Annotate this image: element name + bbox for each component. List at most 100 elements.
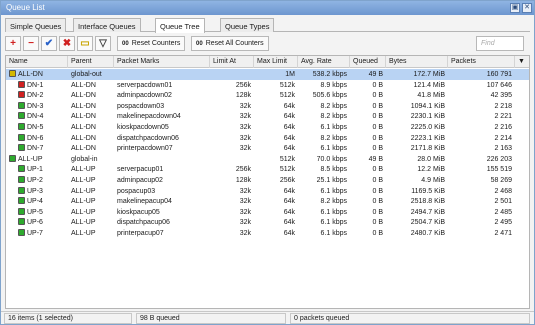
cell-packets: 2 163 (494, 145, 512, 153)
cell-marks: pospacup03 (117, 187, 156, 195)
queue-icon (18, 80, 25, 88)
tab-bar: Simple Queues Interface Queues Queue Tre… (5, 18, 530, 33)
cell-queued: 0 B (372, 92, 383, 100)
cell-queued: 0 B (372, 177, 383, 184)
col-bytes[interactable]: Bytes (386, 56, 448, 68)
queue-name: UP-4 (27, 198, 43, 206)
cell-name: DN-3 (6, 101, 68, 112)
cell-queued: 0 B (372, 198, 383, 206)
col-limit-at[interactable]: Limit At (210, 56, 254, 68)
cell-name: DN-5 (6, 122, 68, 133)
cell-packets: 2 495 (494, 219, 512, 227)
table-row[interactable]: UP-6 ALL-UP dispatchpacup06 32k 64k 6.1 kbps 0… (6, 217, 529, 228)
cell-limit-at: 32k (239, 113, 251, 121)
col-queued[interactable]: Queued (350, 56, 386, 68)
col-name[interactable]: Name (6, 56, 68, 68)
table-row[interactable]: DN-1 ALL-DN serverpacdown01 256k 512k 8.9 kbp… (6, 80, 529, 91)
comment-icon[interactable]: ▭ (77, 36, 93, 51)
cell-bytes: 2494.7 KiB (410, 208, 445, 216)
cell-avg-rate: 25.1 kbps (316, 177, 347, 184)
col-parent[interactable]: Parent (68, 56, 114, 68)
cell-limit-at: 32k (239, 124, 251, 131)
table-row[interactable]: DN-2 ALL-DN adminpacdown02 128k 512k 505.6 kb… (6, 90, 529, 101)
cell-bytes: 12.2 MiB (417, 166, 445, 174)
cell-marks: kioskpacup05 (117, 208, 160, 216)
cell-max-limit: 512k (279, 81, 295, 89)
tab-interface-queues[interactable]: Interface Queues (73, 18, 141, 32)
table-row[interactable]: DN-4 ALL-DN makelinepacdown04 32k 64k 8.2 kbp… (6, 111, 529, 122)
cell-packets: 2 221 (494, 113, 512, 121)
cell-name: DN-2 (6, 90, 68, 101)
cell-limit-at: 128k (235, 92, 251, 100)
col-avg-rate[interactable]: Avg. Rate (298, 56, 350, 68)
cell-limit-at: 32k (239, 198, 251, 206)
cell-parent: ALL-UP (71, 208, 96, 216)
cell-parent: ALL-DN (71, 81, 96, 89)
cell-queued: 0 B (372, 102, 383, 110)
cell-packets: 58 269 (490, 177, 512, 184)
table-row[interactable]: DN-3 ALL-DN pospacdown03 32k 64k 8.2 kbps 0 B 1… (6, 101, 529, 112)
reset-counters-button[interactable]: 00 Reset Counters (117, 36, 186, 51)
cell-parent: ALL-UP (71, 230, 96, 237)
queue-name: UP-7 (27, 230, 43, 237)
cell-packets: 2 468 (494, 187, 512, 195)
cell-bytes: 28.0 MiB (417, 155, 445, 163)
cell-max-limit: 64k (283, 230, 295, 237)
cell-bytes: 2480.7 KiB (410, 230, 445, 237)
cell-queued: 0 B (372, 166, 383, 174)
table-row[interactable]: ALL-UP global-in 512k 70.0 kbps 49 B 28.0 MiB… (6, 154, 529, 165)
cell-marks: dispatchpacdown06 (117, 134, 179, 142)
cell-limit-at: 128k (235, 177, 251, 184)
cell-packets: 155 519 (486, 166, 512, 174)
queue-name: UP-2 (27, 177, 43, 184)
cell-max-limit: 64k (283, 134, 295, 142)
table-row[interactable]: UP-1 ALL-UP serverpacup01 256k 512k 8.5 kbps 0… (6, 164, 529, 175)
reset-all-counters-button[interactable]: 00 Reset All Counters (191, 36, 269, 51)
table-row[interactable]: UP-3 ALL-UP pospacup03 32k 64k 6.1 kbps 0 B 116… (6, 186, 529, 197)
tab-simple-queues[interactable]: Simple Queues (5, 18, 67, 32)
col-packet-marks[interactable]: Packet Marks (114, 56, 210, 68)
reset-counters-label: Reset Counters (131, 40, 181, 47)
restore-icon[interactable]: ▣ (510, 3, 520, 13)
tab-queue-tree[interactable]: Queue Tree (155, 18, 205, 33)
table-row[interactable]: DN-5 ALL-DN kioskpacdown05 32k 64k 6.1 kbps 0 … (6, 122, 529, 133)
table-row[interactable]: UP-7 ALL-UP printerpacup07 32k 64k 6.1 kbps 0 … (6, 228, 529, 239)
cell-limit-at: 32k (239, 208, 251, 216)
table-row[interactable]: DN-6 ALL-DN dispatchpacdown06 32k 64k 8.2 kbp… (6, 133, 529, 144)
remove-icon[interactable]: − (23, 36, 39, 51)
cell-name: DN-6 (6, 133, 68, 144)
tab-queue-types[interactable]: Queue Types (220, 18, 275, 32)
table-row[interactable]: ALL-DN global-out 1M 538.2 kbps 49 B 172.7 Mi… (6, 69, 529, 80)
cell-name: UP-7 (6, 228, 68, 239)
close-icon[interactable]: ✕ (522, 3, 532, 13)
table-row[interactable]: UP-5 ALL-UP kioskpacup05 32k 64k 6.1 kbps 0 B 2… (6, 207, 529, 218)
cell-max-limit: 64k (283, 198, 295, 206)
queue-icon (18, 218, 25, 226)
queue-name: DN-3 (27, 102, 44, 110)
cell-queued: 0 B (372, 187, 383, 195)
cell-packets: 226 203 (486, 155, 512, 163)
table-row[interactable]: UP-2 ALL-UP adminpacup02 128k 256k 25.1 kbps 0… (6, 175, 529, 186)
add-icon[interactable]: + (5, 36, 21, 51)
col-max-limit[interactable]: Max Limit (254, 56, 298, 68)
filter-icon[interactable]: ▽ (95, 36, 111, 51)
cell-max-limit: 64k (283, 102, 295, 110)
cell-max-limit: 512k (279, 155, 295, 163)
cell-max-limit: 64k (283, 187, 295, 195)
table-row[interactable]: DN-7 ALL-DN printerpacdown07 32k 64k 6.1 kbps… (6, 143, 529, 154)
title-bar[interactable]: Queue List ▣ ✕ (1, 1, 534, 15)
queue-name: UP-5 (27, 208, 43, 216)
disable-icon[interactable]: ✖ (59, 36, 75, 51)
cell-name: UP-6 (6, 217, 68, 228)
cell-marks: adminpacdown02 (117, 92, 172, 100)
cell-max-limit: 64k (283, 113, 295, 121)
col-packets[interactable]: Packets (448, 56, 515, 68)
queue-icon (18, 133, 25, 141)
cell-name: UP-2 (6, 175, 68, 186)
table-row[interactable]: UP-4 ALL-UP makelinepacup04 32k 64k 8.2 kbps 0… (6, 196, 529, 207)
cell-bytes: 2230.1 KiB (410, 113, 445, 121)
enable-icon[interactable]: ✔ (41, 36, 57, 51)
column-menu-icon[interactable]: ▼ (515, 56, 529, 68)
find-input[interactable]: Find (476, 36, 524, 51)
cell-bytes: 2171.8 KiB (410, 145, 445, 153)
